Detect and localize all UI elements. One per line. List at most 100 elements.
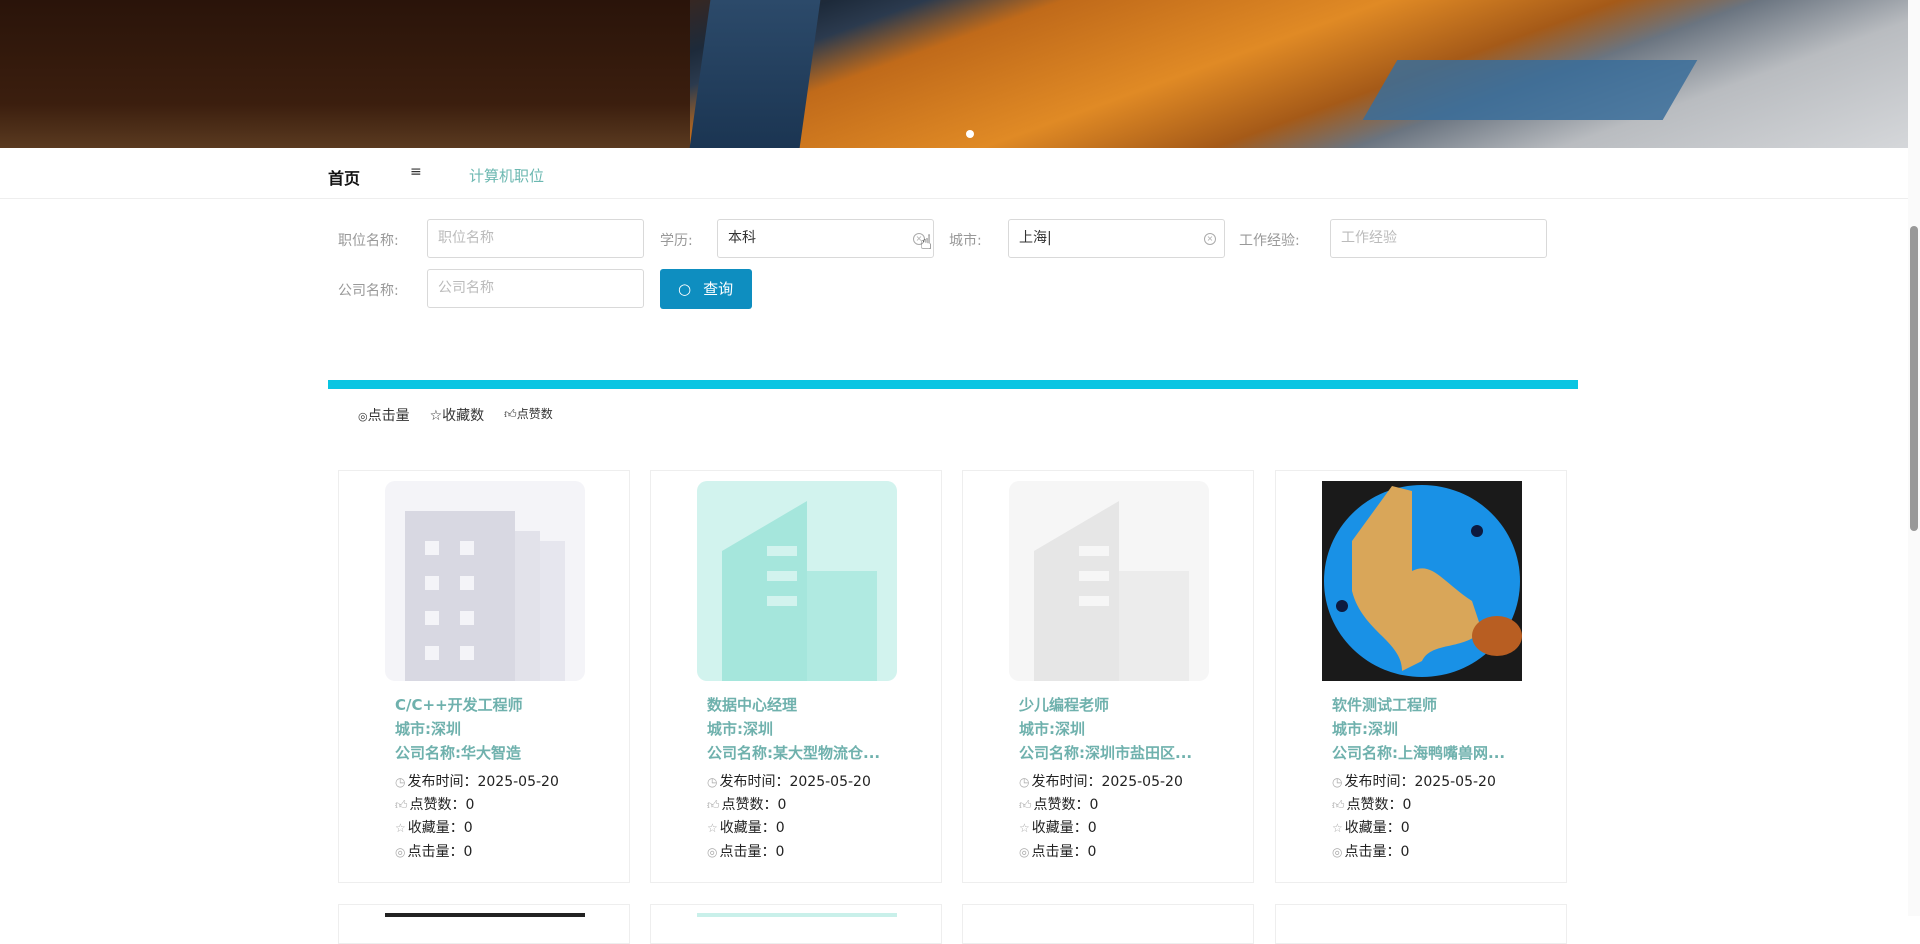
star-icon: ☆ xyxy=(1019,821,1030,835)
thumb-up-icon: 👍︎ xyxy=(1332,798,1345,812)
job-card[interactable]: 数据中心经理 城市:深圳 公司名称:某大型物流仓... ◷ 发布时间：2025-0… xyxy=(650,470,942,883)
click-count-text: 点击量：0 xyxy=(407,844,473,860)
job-company: 公司名称:某大型物流仓... xyxy=(707,744,881,762)
job-card[interactable] xyxy=(1275,904,1567,944)
eye-icon: ◎ xyxy=(395,845,406,859)
company-label: 公司名称: xyxy=(338,283,399,299)
favorite-count-text: 收藏量：0 xyxy=(1031,820,1097,836)
education-label: 学历: xyxy=(660,233,693,249)
click-count-text: 点击量：0 xyxy=(1031,844,1097,860)
thumb-up-icon: 👍︎ xyxy=(395,798,408,812)
job-image[interactable] xyxy=(1009,481,1209,681)
like-count: 👍︎ 点赞数：0 xyxy=(1332,794,1411,814)
publish-time: ◷ 发布时间：2025-05-20 xyxy=(1019,771,1183,791)
like-count-text: 点赞数：0 xyxy=(1033,797,1099,813)
job-card[interactable]: 少儿编程老师 城市:深圳 公司名称:深圳市盐田区... ◷ 发布时间：2025-0… xyxy=(962,470,1254,883)
like-count-text: 点赞数：0 xyxy=(409,797,475,813)
city-input[interactable]: 上海| × xyxy=(1008,219,1225,258)
publish-time-text: 发布时间：2025-05-20 xyxy=(1344,774,1496,790)
scrollbar-thumb[interactable] xyxy=(1910,226,1918,531)
job-company: 公司名称:华大智造 xyxy=(395,744,521,762)
favorite-count-text: 收藏量：0 xyxy=(719,820,785,836)
nav-computer-jobs[interactable]: 计算机职位 xyxy=(469,165,544,186)
nav-home[interactable]: 首页 xyxy=(328,165,360,189)
publish-time-text: 发布时间：2025-05-20 xyxy=(407,774,559,790)
banner-hill xyxy=(0,0,690,148)
eye-icon: ◎ xyxy=(1332,845,1343,859)
publish-time-text: 发布时间：2025-05-20 xyxy=(1031,774,1183,790)
clock-icon: ◷ xyxy=(1332,775,1343,789)
search-icon: ○ xyxy=(678,280,692,298)
favorite-count: ☆ 收藏量：0 xyxy=(395,817,473,837)
job-title[interactable]: C/C++开发工程师 xyxy=(395,693,615,717)
sort-clicks[interactable]: ◎点击量 xyxy=(358,405,410,425)
thumb-up-icon: 👍︎ xyxy=(1019,798,1032,812)
banner-path xyxy=(689,0,821,148)
carousel-indicator[interactable] xyxy=(966,130,974,138)
job-title[interactable]: 少儿编程老师 xyxy=(1019,693,1239,717)
like-count: 👍︎ 点赞数：0 xyxy=(707,794,786,814)
clock-icon: ◷ xyxy=(395,775,406,789)
job-card[interactable] xyxy=(338,904,630,944)
company-input[interactable]: 公司名称 xyxy=(427,269,644,308)
click-count: ◎ 点击量：0 xyxy=(1019,841,1096,861)
job-city: 城市:深圳 xyxy=(1019,720,1085,738)
query-button[interactable]: ○ 查询 xyxy=(660,269,752,309)
hand-cursor-icon: ☝ xyxy=(920,230,933,254)
city-value: 上海 xyxy=(1019,230,1047,246)
menu-icon[interactable]: ≡ xyxy=(410,164,422,180)
sort-bar: ◎点击量 ☆收藏数 👍︎点赞数 xyxy=(358,405,553,425)
clear-icon[interactable]: × xyxy=(1204,233,1216,245)
publish-time: ◷ 发布时间：2025-05-20 xyxy=(1332,771,1496,791)
sort-favorites[interactable]: ☆收藏数 xyxy=(430,405,485,425)
favorite-count: ☆ 收藏量：0 xyxy=(707,817,785,837)
sort-clicks-label: 点击量 xyxy=(367,408,410,424)
sort-likes[interactable]: 👍︎点赞数 xyxy=(504,405,553,425)
job-image[interactable] xyxy=(385,481,585,681)
job-city: 城市:深圳 xyxy=(1332,720,1398,738)
job-image[interactable] xyxy=(697,481,897,681)
job-city: 城市:深圳 xyxy=(395,720,461,738)
section-divider xyxy=(328,380,1578,389)
star-icon: ☆ xyxy=(1332,821,1343,835)
like-count-text: 点赞数：0 xyxy=(721,797,787,813)
clock-icon: ◷ xyxy=(1019,775,1030,789)
job-title[interactable]: 软件测试工程师 xyxy=(1332,693,1552,717)
job-name-label: 职位名称: xyxy=(338,233,399,249)
click-count: ◎ 点击量：0 xyxy=(395,841,472,861)
publish-time: ◷ 发布时间：2025-05-20 xyxy=(395,771,559,791)
eye-icon: ◎ xyxy=(707,845,718,859)
favorite-count: ☆ 收藏量：0 xyxy=(1019,817,1097,837)
favorite-count-text: 收藏量：0 xyxy=(407,820,473,836)
job-card[interactable]: 软件测试工程师 城市:深圳 公司名称:上海鸭嘴兽网... ◷ 发布时间：2025-… xyxy=(1275,470,1567,883)
job-city: 城市:深圳 xyxy=(707,720,773,738)
like-count: 👍︎ 点赞数：0 xyxy=(395,794,474,814)
click-count-text: 点击量：0 xyxy=(1344,844,1410,860)
scrollbar[interactable] xyxy=(1908,0,1920,916)
eye-icon: ◎ xyxy=(1019,845,1030,859)
education-value: 本科 xyxy=(728,230,756,246)
sort-favorites-label: 收藏数 xyxy=(442,408,485,424)
star-icon: ☆ xyxy=(429,408,443,424)
publish-time-text: 发布时间：2025-05-20 xyxy=(719,774,871,790)
job-title[interactable]: 数据中心经理 xyxy=(707,693,927,717)
experience-label: 工作经验: xyxy=(1239,233,1300,249)
thumb-up-icon: 👍︎ xyxy=(504,407,517,421)
eye-icon: ◎ xyxy=(358,410,368,423)
favorite-count: ☆ 收藏量：0 xyxy=(1332,817,1410,837)
sort-likes-label: 点赞数 xyxy=(516,407,553,421)
job-name-input[interactable]: 职位名称 xyxy=(427,219,644,258)
star-icon: ☆ xyxy=(395,821,406,835)
top-nav: 首页 ≡ 计算机职位 xyxy=(0,148,1908,199)
experience-input[interactable]: 工作经验 xyxy=(1330,219,1547,258)
education-select[interactable]: 本科 × xyxy=(717,219,934,258)
thumb-up-icon: 👍︎ xyxy=(707,798,720,812)
job-card[interactable] xyxy=(650,904,942,944)
banner-carousel[interactable] xyxy=(0,0,1908,148)
star-icon: ☆ xyxy=(707,821,718,835)
job-image[interactable] xyxy=(1322,481,1522,681)
job-card[interactable]: C/C++开发工程师 城市:深圳 公司名称:华大智造 ◷ 发布时间：2025-05… xyxy=(338,470,630,883)
job-company: 公司名称:深圳市盐田区... xyxy=(1019,744,1193,762)
job-card[interactable] xyxy=(962,904,1254,944)
clock-icon: ◷ xyxy=(707,775,718,789)
